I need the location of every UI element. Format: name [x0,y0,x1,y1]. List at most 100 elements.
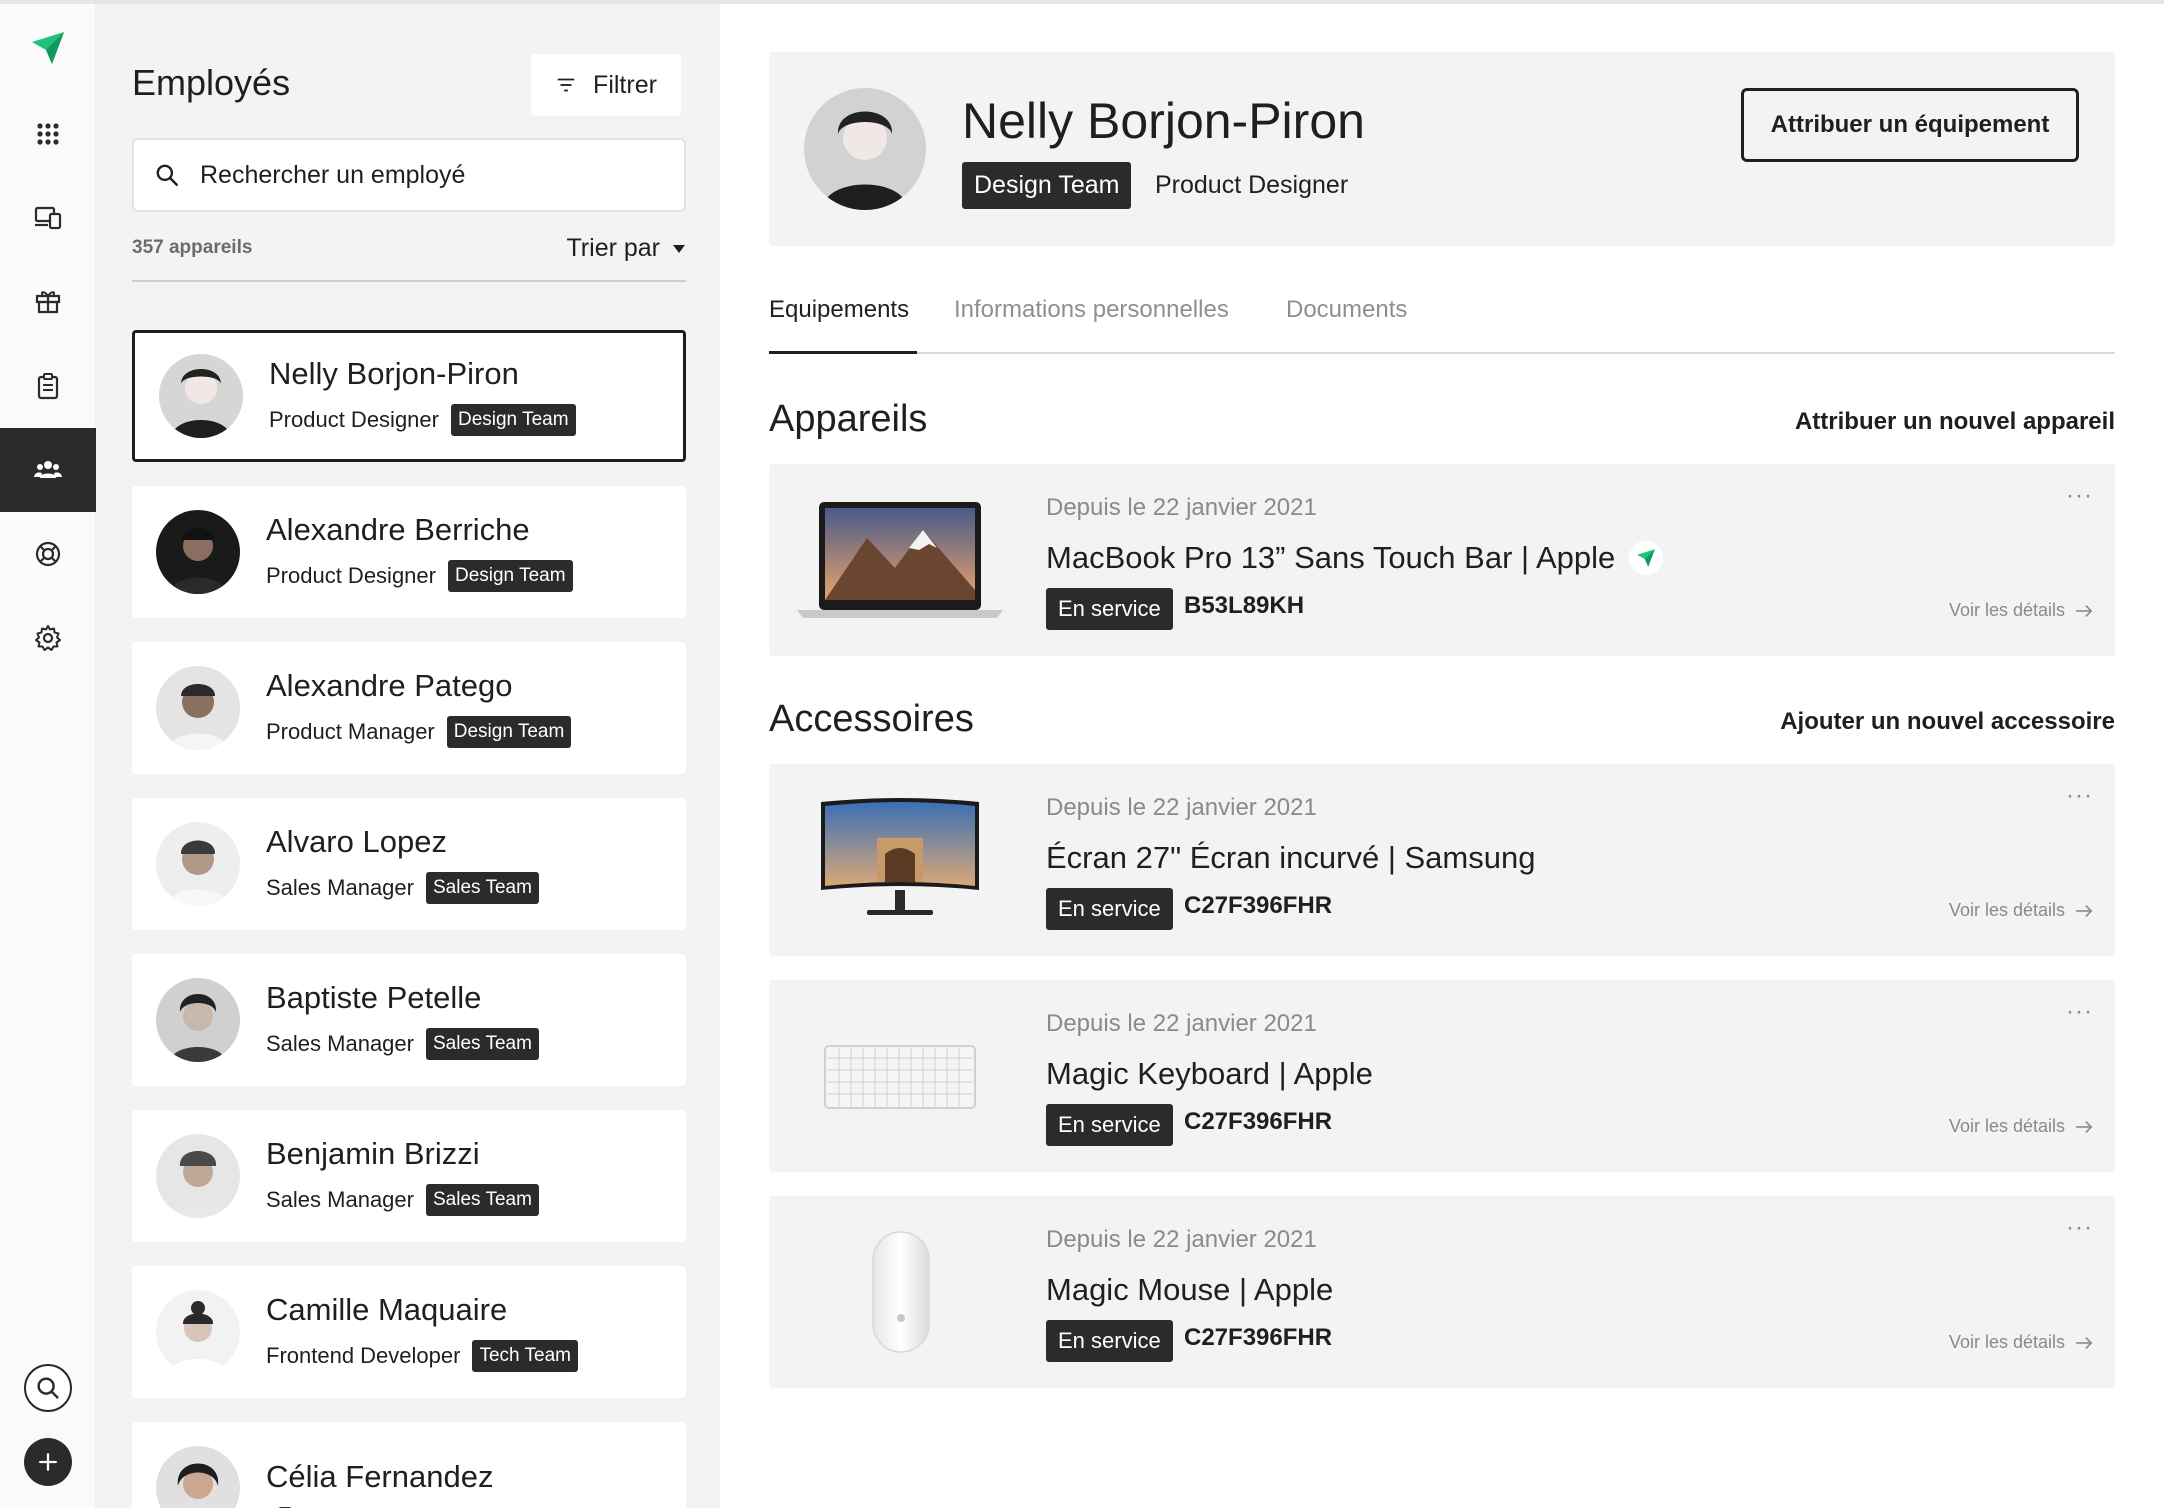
employee-name: Nelly Borjon-Piron [269,356,519,391]
employee-card[interactable]: Camille Maquaire Frontend Developer Tech… [132,1266,686,1398]
nav-support[interactable] [0,512,96,596]
laptop-image [795,494,1005,626]
employee-list-panel: Employés Filtrer 357 appareils Trier par… [96,4,720,1508]
avatar [156,822,240,906]
view-details-label: Voir les détails [1948,1116,2065,1136]
more-options-icon[interactable]: ··· [2066,782,2093,810]
tab-documents[interactable]: Documents [1286,296,1407,354]
employee-card[interactable]: Alexandre Berriche Product Designer Desi… [132,486,686,618]
employee-name: Camille Maquaire [266,1292,508,1327]
accessories-section-title: Accessoires [769,698,974,740]
avatar [159,354,243,438]
serial-number: C27F396FHR [1184,1108,1333,1135]
more-options-icon[interactable]: ··· [2066,1214,2093,1242]
more-options-icon[interactable]: ··· [2066,482,2093,510]
app-logo-icon[interactable] [28,28,68,68]
avatar [156,1446,240,1508]
profile-name: Nelly Borjon-Piron [962,93,1365,149]
nav-dashboard[interactable] [0,92,96,176]
serial-number: B53L89KH [1184,592,1305,619]
status-badge: En service [1046,888,1173,930]
users-icon [34,461,62,478]
devices-section-title: Appareils [769,398,928,440]
serial-number: C27F396FHR [1184,1324,1333,1351]
team-badge: Tech Team [472,1340,578,1372]
profile-tabs: Equipements Informations personnelles Do… [769,296,2115,354]
status-badge: En service [1046,588,1173,630]
sort-label: Trier par [566,234,660,262]
accessory-card[interactable]: Depuis le 22 janvier 2021 Écran 27" Écra… [769,764,2115,956]
keyboard-image [795,1010,1005,1142]
status-badge: En service [1046,1320,1173,1362]
result-count: 357 appareils [132,237,253,258]
filter-button[interactable]: Filtrer [531,54,681,116]
tab-equipements[interactable]: Equipements [769,296,917,354]
arrow-right-icon [2075,1120,2093,1133]
team-badge: Design Team [447,560,573,592]
employee-role: Product Designer [266,563,436,588]
device-name-text: MacBook Pro 13” Sans Touch Bar | Apple [1046,540,1616,575]
sort-dropdown[interactable]: Trier par [566,234,686,263]
view-details-label: Voir les détails [1948,1332,2065,1352]
filter-icon [557,78,575,92]
assigned-date: Depuis le 22 janvier 2021 [1046,494,1317,521]
avatar [156,1134,240,1218]
box-icon [35,291,61,314]
nav-devices[interactable] [0,176,96,260]
accessory-card[interactable]: Depuis le 22 janvier 2021 Magic Keyboard… [769,980,2115,1172]
employee-name: Benjamin Brizzi [266,1136,480,1171]
assign-device-link[interactable]: Attribuer un nouvel appareil [1795,408,2115,436]
nav-settings[interactable] [0,596,96,680]
employee-search[interactable] [132,138,686,212]
mouse-image [795,1226,1005,1358]
nav-orders[interactable] [0,344,96,428]
list-divider [132,280,686,282]
global-add-button[interactable] [24,1438,72,1486]
view-details-label: Voir les détails [1948,900,2065,920]
arrow-right-icon [2075,904,2093,917]
monitor-image [795,794,1005,926]
employee-name: Baptiste Petelle [266,980,482,1015]
device-card[interactable]: Depuis le 22 janvier 2021 MacBook Pro 13… [769,464,2115,656]
view-details-label: Voir les détails [1948,600,2065,620]
lifebuoy-icon [35,541,61,567]
more-options-icon[interactable]: ··· [2066,998,2093,1026]
nav-employees[interactable] [0,428,96,512]
avatar [804,88,926,210]
assigned-date: Depuis le 22 janvier 2021 [1046,1010,1317,1037]
search-icon [156,164,178,186]
devices-icon [34,206,62,230]
tab-informations[interactable]: Informations personnelles [954,296,1229,354]
filter-label: Filtrer [593,70,657,99]
status-badge: En service [1046,1104,1173,1146]
avatar [156,978,240,1062]
employee-card[interactable]: Alexandre Patego Product Manager Design … [132,642,686,774]
team-badge: Sales Team [425,1028,539,1060]
assign-equipment-button[interactable]: Attribuer un équipement [1741,88,2079,162]
accessory-name: Magic Mouse | Apple [1046,1272,1334,1307]
team-badge: Sales Team [425,872,539,904]
grid-icon [37,123,59,145]
employee-name: Alvaro Lopez [266,824,447,859]
device-name: MacBook Pro 13” Sans Touch Bar | Apple [1046,540,1664,576]
assigned-date: Depuis le 22 janvier 2021 [1046,1226,1317,1253]
employee-card[interactable]: Nelly Borjon-Piron Product Designer Desi… [132,330,686,462]
accessory-card[interactable]: Depuis le 22 janvier 2021 Magic Mouse | … [769,1196,2115,1388]
accessory-name: Magic Keyboard | Apple [1046,1056,1373,1091]
employee-card[interactable]: Célia Fernandez [132,1422,686,1508]
employee-card[interactable]: Baptiste Petelle Sales Manager Sales Tea… [132,954,686,1086]
nav-accessories[interactable] [0,260,96,344]
gear-icon [35,625,61,651]
employee-card[interactable]: Alvaro Lopez Sales Manager Sales Team [132,798,686,930]
employee-role: Sales Manager [266,1187,414,1212]
employee-card[interactable]: Benjamin Brizzi Sales Manager Sales Team [132,1110,686,1242]
arrow-right-icon [2075,1336,2093,1349]
global-search-button[interactable] [24,1364,72,1412]
view-details-link[interactable]: Voir les détails [1949,1332,2093,1353]
view-details-link[interactable]: Voir les détails [1949,600,2093,621]
employee-name: Célia Fernandez [266,1459,494,1494]
add-accessory-link[interactable]: Ajouter un nouvel accessoire [1780,708,2115,736]
search-input[interactable] [200,160,640,190]
view-details-link[interactable]: Voir les détails [1949,900,2093,921]
view-details-link[interactable]: Voir les détails [1949,1116,2093,1137]
